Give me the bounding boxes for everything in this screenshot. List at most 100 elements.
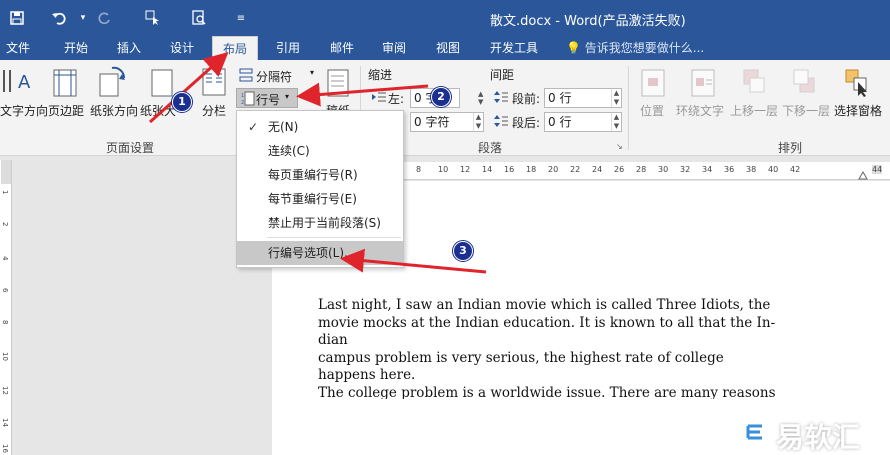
tell-me-box[interactable]: 💡 告诉我您想要做什么... xyxy=(566,36,704,60)
undo-icon[interactable] xyxy=(46,6,72,30)
tab-developer[interactable]: 开发工具 xyxy=(480,36,548,60)
menu-item-suppress-current-paragraph[interactable]: 禁止用于当前段落(S) xyxy=(237,211,403,235)
hruler-tick: 36 xyxy=(724,165,735,174)
menu-item-none[interactable]: ✓ 无(N) xyxy=(237,115,403,139)
text-direction-button[interactable]: 文字方向 xyxy=(0,102,48,119)
breaks-button[interactable]: 分隔符 xyxy=(256,68,292,85)
lightbulb-icon: 💡 xyxy=(566,41,581,55)
customize-toolbar-icon[interactable]: ≡ xyxy=(228,6,254,30)
hruler-tick: 44 xyxy=(872,165,883,174)
line-numbers-icon: 12 xyxy=(241,91,255,106)
margins-button[interactable]: 页边距 xyxy=(48,102,84,119)
hruler-tick: 18 xyxy=(526,165,537,174)
right-indent-marker-icon[interactable] xyxy=(858,170,868,180)
vruler-tick: 4 xyxy=(1,256,9,261)
menu-item-line-numbering-options[interactable]: 行编号选项(L)... xyxy=(237,241,403,265)
margins-icon[interactable] xyxy=(52,68,78,98)
document-line-clip: The college problem is a worldwide issue… xyxy=(318,385,858,399)
svg-text:A: A xyxy=(18,72,31,93)
vruler-tick: 2 xyxy=(1,222,9,227)
vruler-tick: 12 xyxy=(1,386,9,395)
document-line[interactable]: campus problem is very serious, the high… xyxy=(318,350,724,366)
indent-left-label: 左: xyxy=(388,92,405,106)
columns-button[interactable]: 分栏 xyxy=(202,102,226,119)
vruler-tick: 16 xyxy=(1,444,9,453)
tab-file[interactable]: 文件 xyxy=(0,36,36,60)
position-icon[interactable] xyxy=(640,68,666,98)
save-icon[interactable] xyxy=(4,6,30,30)
document-line[interactable]: Last night, I saw an Indian movie which … xyxy=(318,297,770,313)
hruler-tick: 24 xyxy=(592,165,603,174)
menu-separator xyxy=(267,237,401,238)
menu-item-continuous[interactable]: 连续(C) xyxy=(237,139,403,163)
breaks-icon xyxy=(239,68,253,82)
wrap-text-icon[interactable] xyxy=(690,68,716,98)
orientation-icon[interactable] xyxy=(98,66,128,98)
indent-left-spinner[interactable]: ▲ ▼ xyxy=(478,90,483,106)
paragraph-dialog-launcher-icon[interactable]: ↘ xyxy=(616,142,623,151)
bring-forward-button[interactable]: 上移一层 xyxy=(730,102,778,119)
window-title: 散文.docx - Word(产品激活失败) xyxy=(490,14,686,29)
position-button[interactable]: 位置 xyxy=(640,102,664,119)
menu-item-line-numbering-options-label: 行编号选项(L)... xyxy=(268,246,356,260)
selection-pane-icon[interactable] xyxy=(844,68,870,98)
line-numbers-button[interactable]: 12 行号 ▾ xyxy=(236,88,298,108)
send-backward-button[interactable]: 下移一层 xyxy=(782,102,830,119)
tell-me-placeholder: 告诉我您想要做什么... xyxy=(584,41,705,55)
hruler-tick: 28 xyxy=(636,165,647,174)
wrap-text-button[interactable]: 环绕文字 xyxy=(676,102,724,119)
arrange-group-label: 排列 xyxy=(778,141,803,155)
bring-forward-icon[interactable] xyxy=(742,68,768,98)
spacing-before-input[interactable]: 0 行 ▲ ▼ xyxy=(544,88,622,108)
hruler-tick: 14 xyxy=(482,165,493,174)
print-preview-icon[interactable] xyxy=(186,6,212,30)
tab-view[interactable]: 视图 xyxy=(426,36,470,60)
hruler-tick: 38 xyxy=(746,165,757,174)
send-backward-icon[interactable] xyxy=(792,68,818,98)
document-line[interactable]: dian xyxy=(318,332,348,348)
menu-item-restart-each-section-label: 每节重编行号(E) xyxy=(268,192,357,206)
indent-right-input[interactable]: 0 字符 ▲ ▼ xyxy=(410,112,484,132)
spacing-after-input[interactable]: 0 行 ▲ ▼ xyxy=(544,112,622,132)
hyphenation-icon[interactable] xyxy=(326,68,350,98)
annotation-badge-1: 1 xyxy=(172,92,192,112)
spacing-heading: 间距 xyxy=(490,68,515,82)
vruler-tick: 8 xyxy=(1,320,9,325)
annotation-badge-2: 2 xyxy=(431,87,451,107)
menu-item-restart-each-section[interactable]: 每节重编行号(E) xyxy=(237,187,403,211)
columns-icon[interactable] xyxy=(202,68,226,96)
group-separator xyxy=(628,66,629,150)
tab-insert[interactable]: 插入 xyxy=(108,36,150,60)
svg-text:2: 2 xyxy=(241,100,244,106)
tab-home[interactable]: 开始 xyxy=(54,36,98,60)
line-numbers-label: 行号 xyxy=(256,93,281,107)
indent-heading: 缩进 xyxy=(368,68,393,82)
tab-layout[interactable]: 布局 xyxy=(212,36,258,60)
hruler-tick: 34 xyxy=(702,165,713,174)
hruler-tick: 26 xyxy=(614,165,625,174)
breaks-dropdown-icon[interactable]: ▾ xyxy=(310,68,314,77)
text-direction-icon[interactable]: A xyxy=(0,68,36,96)
line-numbers-dropdown-icon: ▾ xyxy=(285,92,290,101)
size-button[interactable]: 纸张大 xyxy=(140,102,176,119)
selection-pane-button[interactable]: 选择窗格 xyxy=(834,102,882,119)
tab-design[interactable]: 设计 xyxy=(160,36,204,60)
spacing-before-label: 段前: xyxy=(512,92,541,106)
touch-mode-icon[interactable] xyxy=(140,6,166,30)
hruler-tick: 20 xyxy=(548,165,559,174)
size-icon[interactable] xyxy=(150,68,176,98)
ribbon-tabs: 文件 开始 插入 设计 布局 引用 邮件 审阅 视图 开发工具 💡 告诉我您想要… xyxy=(0,36,890,60)
document-line[interactable]: The college problem is a worldwide issue… xyxy=(318,385,776,399)
hruler-tick: 40 xyxy=(768,165,779,174)
document-line[interactable]: movie mocks at the Indian education. It … xyxy=(318,315,775,331)
orientation-button[interactable]: 纸张方向 xyxy=(90,102,138,119)
tab-references[interactable]: 引用 xyxy=(266,36,310,60)
menu-item-restart-each-page[interactable]: 每页重编行号(R) xyxy=(237,163,403,187)
tab-review[interactable]: 审阅 xyxy=(372,36,416,60)
navigation-margin xyxy=(0,156,272,455)
tab-mailings[interactable]: 邮件 xyxy=(320,36,364,60)
redo-icon[interactable] xyxy=(92,6,118,30)
ribbon: A 文字方向 页边距 纸张方向 纸张大 分栏 分隔符 ▾ 12 行号 ▾ 稿纸 … xyxy=(0,60,890,156)
svg-text:1: 1 xyxy=(241,93,244,99)
document-line[interactable]: happens here. xyxy=(318,367,415,383)
